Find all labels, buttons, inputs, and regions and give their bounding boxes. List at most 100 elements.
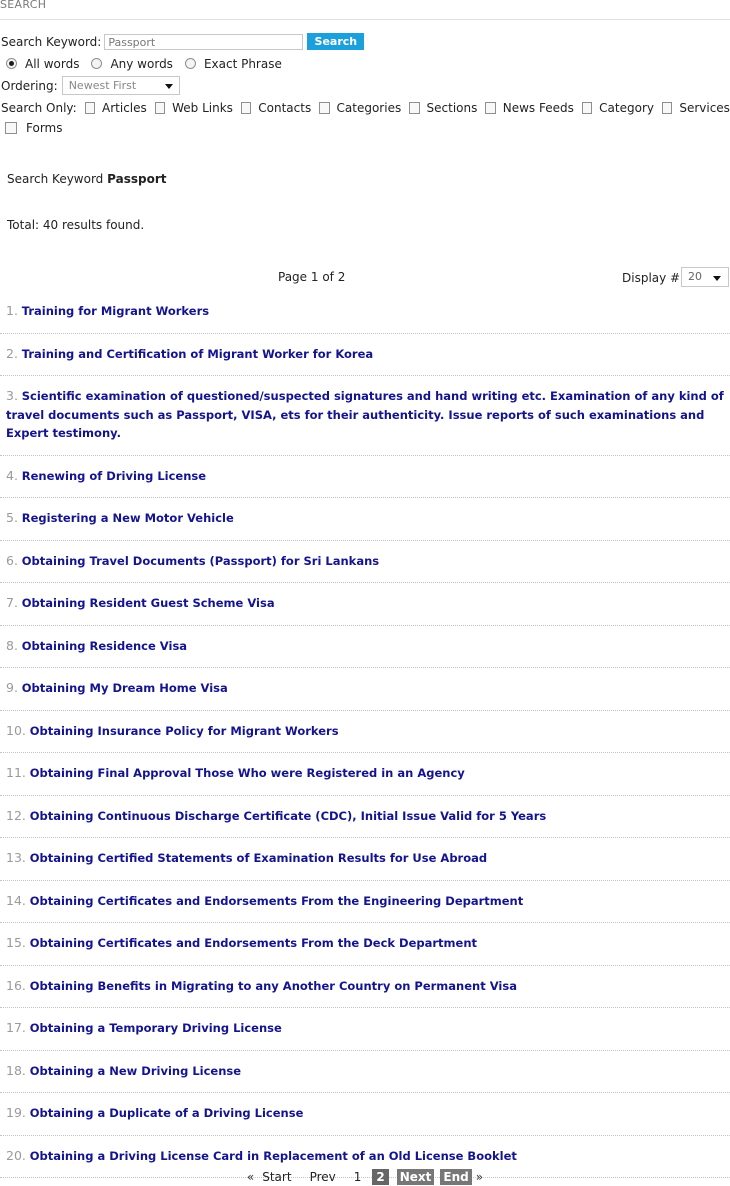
result-link[interactable]: Obtaining a New Driving License — [30, 1064, 241, 1078]
result-item: 15. Obtaining Certificates and Endorseme… — [0, 923, 730, 966]
checkbox-news-feeds-label: News Feeds — [502, 101, 574, 115]
result-link[interactable]: Renewing of Driving License — [22, 469, 206, 483]
radio-exact-phrase-label: Exact Phrase — [203, 56, 282, 71]
ordering-row: Ordering: Newest First — [1, 75, 730, 96]
result-number: 20. — [6, 1147, 26, 1163]
radio-all-words-label: All words — [25, 56, 80, 71]
pagination-end[interactable]: End — [440, 1169, 472, 1185]
result-number: 18. — [6, 1062, 26, 1078]
pagination-raquo: » — [475, 1170, 484, 1184]
checkbox-contacts[interactable] — [240, 102, 252, 114]
result-item: 19. Obtaining a Duplicate of a Driving L… — [0, 1093, 730, 1136]
searched-keyword: Search Keyword Passport — [7, 172, 166, 186]
result-link[interactable]: Obtaining Certified Statements of Examin… — [30, 851, 487, 865]
result-number: 7. — [6, 595, 18, 610]
result-link[interactable]: Obtaining a Duplicate of a Driving Licen… — [30, 1106, 304, 1120]
checkbox-services[interactable] — [662, 102, 673, 114]
result-number: 5. — [6, 510, 18, 525]
result-number: 4. — [6, 467, 18, 483]
result-link[interactable]: Obtaining Certificates and Endorsements … — [30, 894, 524, 908]
result-item: 1. Training for Migrant Workers — [0, 291, 730, 334]
result-link[interactable]: Obtaining My Dream Home Visa — [22, 681, 228, 695]
result-item: 3. Scientific examination of questioned/… — [0, 376, 730, 456]
radio-any-words-label: Any words — [110, 56, 173, 71]
results-toolbar: Page 1 of 2 Display # 20 — [0, 266, 730, 290]
result-link[interactable]: Registering a New Motor Vehicle — [22, 511, 234, 525]
result-link[interactable]: Obtaining Continuous Discharge Certifica… — [30, 809, 547, 823]
keyword-row: Search Keyword: Passport Search — [1, 32, 730, 51]
result-link[interactable]: Obtaining a Temporary Driving License — [30, 1021, 282, 1035]
result-number: 10. — [6, 722, 26, 738]
pagination-next[interactable]: Next — [396, 1169, 435, 1185]
checkbox-forms-label: Forms — [26, 121, 63, 135]
pagination-page-1: 1 — [353, 1170, 362, 1184]
result-number: 17. — [6, 1020, 26, 1035]
result-item: 8. Obtaining Residence Visa — [0, 626, 730, 668]
checkbox-articles[interactable] — [84, 102, 96, 114]
result-number: 6. — [6, 552, 18, 568]
result-link[interactable]: Obtaining Resident Guest Scheme Visa — [22, 596, 275, 610]
checkbox-web-links-label: Web Links — [172, 101, 233, 115]
searched-keyword-prefix: Search Keyword — [7, 172, 104, 186]
result-number: 1. — [6, 303, 18, 318]
radio-any-words[interactable] — [91, 58, 103, 69]
checkbox-category[interactable] — [581, 102, 593, 114]
pagination-page-2[interactable]: 2 — [372, 1169, 389, 1185]
result-number: 11. — [6, 765, 26, 780]
checkbox-sections-label: Sections — [426, 101, 478, 115]
radio-all-words[interactable] — [6, 58, 17, 69]
result-link[interactable]: Obtaining Certificates and Endorsements … — [30, 936, 477, 950]
ordering-label: Ordering: — [1, 78, 58, 93]
display-count-value: 20 — [688, 270, 702, 283]
result-number: 3. — [6, 388, 18, 403]
pagination-start: Start — [262, 1170, 292, 1184]
result-link[interactable]: Obtaining Benefits in Migrating to any A… — [30, 979, 517, 993]
result-number: 12. — [6, 807, 26, 823]
result-link[interactable]: Obtaining Residence Visa — [22, 639, 187, 653]
result-item: 13. Obtaining Certified Statements of Ex… — [0, 838, 730, 881]
checkbox-categories[interactable] — [319, 102, 330, 114]
search-only-row-2: Forms — [1, 119, 730, 137]
result-item: 5. Registering a New Motor Vehicle — [0, 498, 730, 541]
result-number: 14. — [6, 892, 26, 908]
results-total: Total: 40 results found. — [7, 218, 145, 232]
radio-exact-phrase[interactable] — [184, 58, 196, 69]
pagination-laquo: « — [246, 1170, 255, 1184]
ordering-select[interactable]: Newest First — [61, 76, 180, 95]
checkbox-services-label: Services — [679, 101, 730, 115]
chevron-down-icon — [713, 276, 721, 281]
result-link[interactable]: Obtaining Travel Documents (Passport) fo… — [22, 554, 379, 568]
chevron-down-icon — [164, 84, 173, 89]
search-keyword-input[interactable]: Passport — [104, 33, 304, 50]
result-item: 17. Obtaining a Temporary Driving Licens… — [0, 1008, 730, 1051]
display-count-select[interactable]: 20 — [681, 267, 729, 287]
result-number: 8. — [6, 637, 18, 653]
keyword-label: Search Keyword: — [1, 34, 102, 49]
result-item: 2. Training and Certification of Migrant… — [0, 334, 730, 376]
result-link[interactable]: Obtaining a Driving License Card in Repl… — [30, 1149, 517, 1163]
result-number: 2. — [6, 345, 18, 361]
result-link[interactable]: Obtaining Final Approval Those Who were … — [30, 766, 465, 780]
search-only-row: Search Only: Articles Web Links Contacts… — [1, 97, 730, 119]
checkbox-news-feeds[interactable] — [485, 102, 496, 114]
checkbox-web-links[interactable] — [154, 102, 166, 114]
result-item: 14. Obtaining Certificates and Endorseme… — [0, 881, 730, 923]
search-only-label: Search Only: — [1, 101, 77, 115]
search-form: Search Keyword: Passport Search All word… — [0, 20, 730, 137]
checkbox-categories-label: Categories — [336, 101, 402, 115]
pagination-prev: Prev — [309, 1170, 336, 1184]
result-link[interactable]: Training for Migrant Workers — [22, 304, 209, 318]
result-link[interactable]: Scientific examination of questioned/sus… — [6, 389, 724, 440]
result-link[interactable]: Training and Certification of Migrant Wo… — [22, 347, 373, 361]
page-counter: Page 1 of 2 — [278, 270, 346, 284]
checkbox-forms[interactable] — [5, 122, 17, 134]
checkbox-contacts-label: Contacts — [258, 101, 312, 115]
result-number: 9. — [6, 680, 18, 695]
result-item: 18. Obtaining a New Driving License — [0, 1051, 730, 1093]
searched-keyword-value: Passport — [107, 172, 167, 186]
result-link[interactable]: Obtaining Insurance Policy for Migrant W… — [30, 724, 339, 738]
result-item: 7. Obtaining Resident Guest Scheme Visa — [0, 583, 730, 626]
result-item: 11. Obtaining Final Approval Those Who w… — [0, 753, 730, 796]
checkbox-sections[interactable] — [409, 102, 420, 114]
search-button[interactable]: Search — [307, 33, 365, 50]
